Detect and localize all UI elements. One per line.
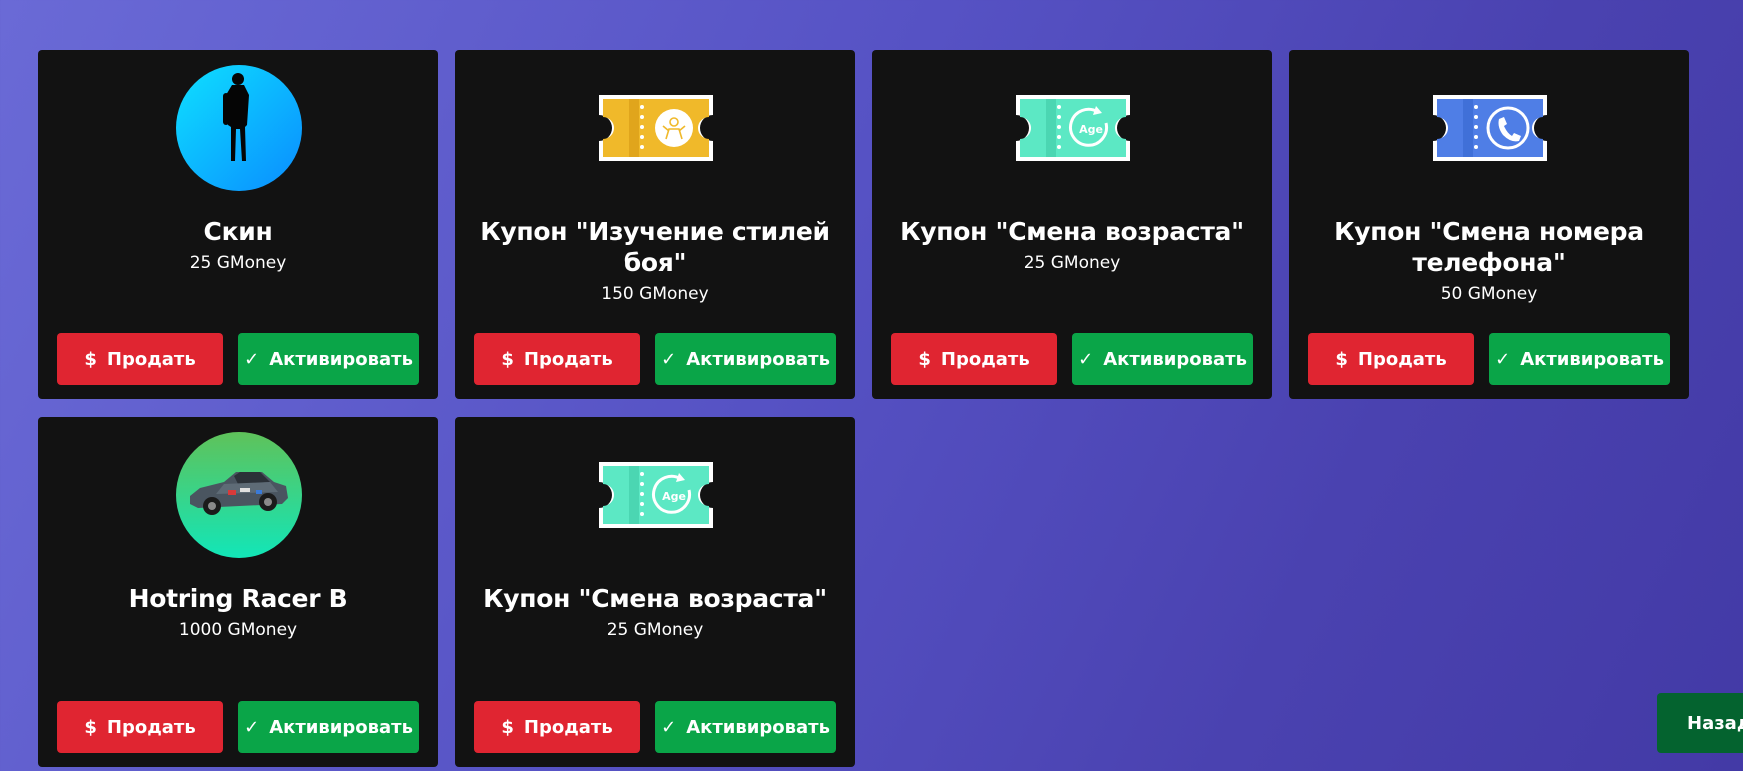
checkmark-icon: ✓ xyxy=(1078,348,1094,370)
item-title: Купон "Смена возраста" xyxy=(900,217,1244,246)
activate-button[interactable]: ✓ Активировать xyxy=(1072,333,1253,385)
sell-button[interactable]: $ Продать xyxy=(1308,333,1475,385)
item-title: Скин xyxy=(203,217,273,246)
person-silhouette-icon xyxy=(176,65,302,191)
sell-button-label: Продать xyxy=(106,716,196,738)
age-icon-text: Age xyxy=(662,490,686,503)
activate-button[interactable]: ✓ Активировать xyxy=(655,333,836,385)
item-card-age-coupon: Age Купон "Смена возраста" 25 GMoney $ П… xyxy=(455,417,855,767)
activate-button-label: Активировать xyxy=(269,348,413,370)
age-change-coupon-icon: Age xyxy=(593,432,719,558)
sell-button-label: Продать xyxy=(1357,348,1447,370)
item-price: 150 GMoney xyxy=(601,284,709,304)
back-button[interactable]: Назад xyxy=(1657,693,1743,753)
activate-button-label: Активировать xyxy=(1103,348,1247,370)
phone-number-coupon-icon xyxy=(1427,65,1553,191)
dollar-icon: $ xyxy=(84,716,97,738)
sell-button[interactable]: $ Продать xyxy=(57,333,224,385)
dollar-icon: $ xyxy=(501,348,514,370)
item-price: 25 GMoney xyxy=(1023,253,1121,273)
age-change-coupon-icon: Age xyxy=(1010,65,1136,191)
activate-button-label: Активировать xyxy=(686,348,830,370)
checkmark-icon: ✓ xyxy=(661,348,677,370)
age-icon-text: Age xyxy=(1079,123,1103,136)
sell-button-label: Продать xyxy=(940,348,1030,370)
item-card-skin: Скин 25 GMoney $ Продать ✓ Активировать xyxy=(38,50,438,399)
sell-button[interactable]: $ Продать xyxy=(474,333,641,385)
sell-button-label: Продать xyxy=(106,348,196,370)
item-card-hotring-racer: Hotring Racer B 1000 GMoney $ Продать ✓ … xyxy=(38,417,438,767)
item-price: 1000 GMoney xyxy=(178,620,298,640)
checkmark-icon: ✓ xyxy=(661,716,677,738)
dollar-icon: $ xyxy=(1335,348,1348,370)
sell-button[interactable]: $ Продать xyxy=(891,333,1058,385)
sell-button-label: Продать xyxy=(523,716,613,738)
activate-button[interactable]: ✓ Активировать xyxy=(1489,333,1670,385)
activate-button[interactable]: ✓ Активировать xyxy=(238,701,419,753)
activate-button-label: Активировать xyxy=(1520,348,1664,370)
dollar-icon: $ xyxy=(918,348,931,370)
activate-button-label: Активировать xyxy=(686,716,830,738)
activate-button-label: Активировать xyxy=(269,716,413,738)
activate-button[interactable]: ✓ Активировать xyxy=(238,333,419,385)
activate-button[interactable]: ✓ Активировать xyxy=(655,701,836,753)
checkmark-icon: ✓ xyxy=(244,716,260,738)
item-title: Купон "Изучение стилей боя" xyxy=(480,217,830,277)
item-price: 50 GMoney xyxy=(1440,284,1538,304)
dollar-icon: $ xyxy=(84,348,97,370)
item-card-fighting-style-coupon: Купон "Изучение стилей боя" 150 GMoney $… xyxy=(455,50,855,399)
checkmark-icon: ✓ xyxy=(1495,348,1511,370)
item-title: Купон "Смена возраста" xyxy=(483,584,827,613)
item-price: 25 GMoney xyxy=(189,253,287,273)
item-card-phone-coupon: Купон "Смена номера телефона" 50 GMoney … xyxy=(1289,50,1689,399)
item-price: 25 GMoney xyxy=(606,620,704,640)
item-title: Hotring Racer B xyxy=(128,584,348,613)
fighting-style-coupon-icon xyxy=(593,65,719,191)
item-title: Купон "Смена номера телефона" xyxy=(1334,217,1644,277)
sell-button-label: Продать xyxy=(523,348,613,370)
race-car-icon xyxy=(176,432,302,558)
sell-button[interactable]: $ Продать xyxy=(474,701,641,753)
checkmark-icon: ✓ xyxy=(244,348,260,370)
inventory-grid: Скин 25 GMoney $ Продать ✓ Активировать xyxy=(38,50,1689,767)
dollar-icon: $ xyxy=(501,716,514,738)
sell-button[interactable]: $ Продать xyxy=(57,701,224,753)
item-card-age-coupon: Age Купон "Смена возраста" 25 GMoney $ П… xyxy=(872,50,1272,399)
